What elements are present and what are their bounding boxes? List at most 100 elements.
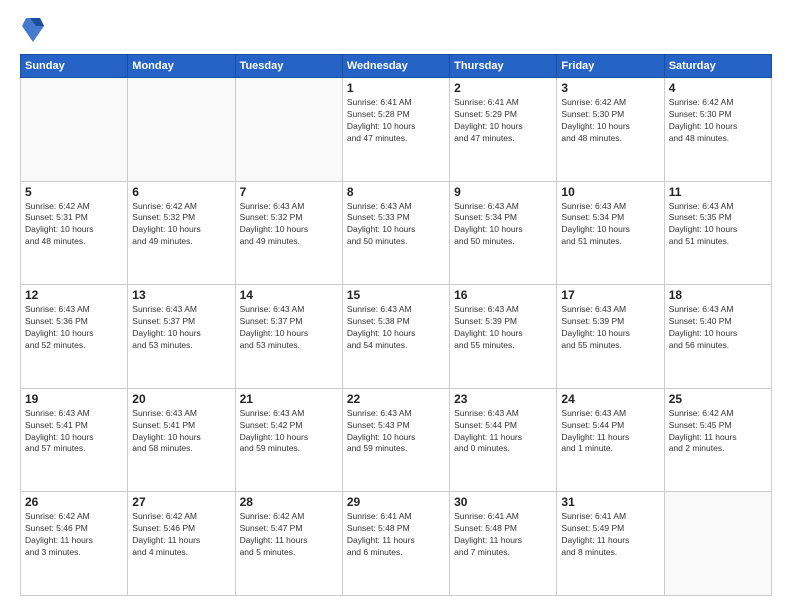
day-number: 11 <box>669 185 767 199</box>
day-info: Sunrise: 6:42 AM Sunset: 5:46 PM Dayligh… <box>25 511 123 559</box>
cell-week4-day3: 22 Sunrise: 6:43 AM Sunset: 5:43 PM Dayli… <box>342 388 449 492</box>
day-info: Sunrise: 6:43 AM Sunset: 5:39 PM Dayligh… <box>561 304 659 352</box>
day-number: 25 <box>669 392 767 406</box>
header-thursday: Thursday <box>450 55 557 78</box>
day-info: Sunrise: 6:41 AM Sunset: 5:49 PM Dayligh… <box>561 511 659 559</box>
week-row-2: 5 Sunrise: 6:42 AM Sunset: 5:31 PM Daylig… <box>21 181 772 285</box>
day-number: 28 <box>240 495 338 509</box>
week-row-5: 26 Sunrise: 6:42 AM Sunset: 5:46 PM Dayli… <box>21 492 772 596</box>
day-number: 9 <box>454 185 552 199</box>
cell-week4-day4: 23Sunrise: 6:43 AM Sunset: 5:44 PM Dayli… <box>450 388 557 492</box>
week-row-1: 1 Sunrise: 6:41 AM Sunset: 5:28 PM Daylig… <box>21 78 772 182</box>
day-info: Sunrise: 6:43 AM Sunset: 5:43 PM Dayligh… <box>347 408 445 456</box>
cell-week5-day0: 26 Sunrise: 6:42 AM Sunset: 5:46 PM Dayli… <box>21 492 128 596</box>
cell-week2-day1: 6Sunrise: 6:42 AM Sunset: 5:32 PM Daylig… <box>128 181 235 285</box>
cell-week2-day6: 11 Sunrise: 6:43 AM Sunset: 5:35 PM Dayli… <box>664 181 771 285</box>
day-info: Sunrise: 6:43 AM Sunset: 5:44 PM Dayligh… <box>561 408 659 456</box>
day-number: 26 <box>25 495 123 509</box>
cell-week3-day2: 14 Sunrise: 6:43 AM Sunset: 5:37 PM Dayli… <box>235 285 342 389</box>
day-info: Sunrise: 6:41 AM Sunset: 5:28 PM Dayligh… <box>347 97 445 145</box>
cell-week4-day5: 24 Sunrise: 6:43 AM Sunset: 5:44 PM Dayli… <box>557 388 664 492</box>
day-number: 21 <box>240 392 338 406</box>
day-number: 30 <box>454 495 552 509</box>
day-info: Sunrise: 6:41 AM Sunset: 5:48 PM Dayligh… <box>347 511 445 559</box>
day-info: Sunrise: 6:41 AM Sunset: 5:29 PM Dayligh… <box>454 97 552 145</box>
header-sunday: Sunday <box>21 55 128 78</box>
cell-week5-day6 <box>664 492 771 596</box>
day-number: 4 <box>669 81 767 95</box>
cell-week2-day4: 9 Sunrise: 6:43 AM Sunset: 5:34 PM Daylig… <box>450 181 557 285</box>
header-friday: Friday <box>557 55 664 78</box>
cell-week5-day2: 28 Sunrise: 6:42 AM Sunset: 5:47 PM Dayli… <box>235 492 342 596</box>
logo-icon <box>22 16 44 44</box>
day-number: 19 <box>25 392 123 406</box>
cell-week1-day6: 4Sunrise: 6:42 AM Sunset: 5:30 PM Daylig… <box>664 78 771 182</box>
day-info: Sunrise: 6:41 AM Sunset: 5:48 PM Dayligh… <box>454 511 552 559</box>
page: SundayMondayTuesdayWednesdayThursdayFrid… <box>0 0 792 612</box>
cell-week4-day6: 25Sunrise: 6:42 AM Sunset: 5:45 PM Dayli… <box>664 388 771 492</box>
cell-week2-day0: 5 Sunrise: 6:42 AM Sunset: 5:31 PM Daylig… <box>21 181 128 285</box>
day-info: Sunrise: 6:42 AM Sunset: 5:32 PM Dayligh… <box>132 201 230 249</box>
day-number: 22 <box>347 392 445 406</box>
day-number: 27 <box>132 495 230 509</box>
header-wednesday: Wednesday <box>342 55 449 78</box>
cell-week4-day2: 21 Sunrise: 6:43 AM Sunset: 5:42 PM Dayli… <box>235 388 342 492</box>
day-number: 3 <box>561 81 659 95</box>
day-number: 12 <box>25 288 123 302</box>
cell-week3-day6: 18 Sunrise: 6:43 AM Sunset: 5:40 PM Dayli… <box>664 285 771 389</box>
cell-week1-day3: 1 Sunrise: 6:41 AM Sunset: 5:28 PM Daylig… <box>342 78 449 182</box>
cell-week3-day4: 16Sunrise: 6:43 AM Sunset: 5:39 PM Dayli… <box>450 285 557 389</box>
header-saturday: Saturday <box>664 55 771 78</box>
day-number: 5 <box>25 185 123 199</box>
logo <box>20 16 44 44</box>
cell-week3-day3: 15Sunrise: 6:43 AM Sunset: 5:38 PM Dayli… <box>342 285 449 389</box>
days-of-week-row: SundayMondayTuesdayWednesdayThursdayFrid… <box>21 55 772 78</box>
day-number: 7 <box>240 185 338 199</box>
day-number: 1 <box>347 81 445 95</box>
week-row-3: 12 Sunrise: 6:43 AM Sunset: 5:36 PM Dayli… <box>21 285 772 389</box>
day-info: Sunrise: 6:42 AM Sunset: 5:30 PM Dayligh… <box>561 97 659 145</box>
day-info: Sunrise: 6:43 AM Sunset: 5:42 PM Dayligh… <box>240 408 338 456</box>
day-info: Sunrise: 6:43 AM Sunset: 5:35 PM Dayligh… <box>669 201 767 249</box>
cell-week5-day3: 29 Sunrise: 6:41 AM Sunset: 5:48 PM Dayli… <box>342 492 449 596</box>
calendar-body: 1 Sunrise: 6:41 AM Sunset: 5:28 PM Daylig… <box>21 78 772 596</box>
day-number: 18 <box>669 288 767 302</box>
week-row-4: 19 Sunrise: 6:43 AM Sunset: 5:41 PM Dayli… <box>21 388 772 492</box>
day-info: Sunrise: 6:42 AM Sunset: 5:47 PM Dayligh… <box>240 511 338 559</box>
day-number: 16 <box>454 288 552 302</box>
day-number: 29 <box>347 495 445 509</box>
cell-week2-day3: 8Sunrise: 6:43 AM Sunset: 5:33 PM Daylig… <box>342 181 449 285</box>
cell-week1-day0 <box>21 78 128 182</box>
day-number: 31 <box>561 495 659 509</box>
cell-week5-day1: 27 Sunrise: 6:42 AM Sunset: 5:46 PM Dayli… <box>128 492 235 596</box>
day-info: Sunrise: 6:43 AM Sunset: 5:34 PM Dayligh… <box>561 201 659 249</box>
day-info: Sunrise: 6:43 AM Sunset: 5:34 PM Dayligh… <box>454 201 552 249</box>
day-number: 14 <box>240 288 338 302</box>
day-number: 2 <box>454 81 552 95</box>
day-number: 8 <box>347 185 445 199</box>
day-info: Sunrise: 6:43 AM Sunset: 5:38 PM Dayligh… <box>347 304 445 352</box>
cell-week1-day1 <box>128 78 235 182</box>
calendar-header: SundayMondayTuesdayWednesdayThursdayFrid… <box>21 55 772 78</box>
cell-week3-day1: 13Sunrise: 6:43 AM Sunset: 5:37 PM Dayli… <box>128 285 235 389</box>
cell-week3-day5: 17Sunrise: 6:43 AM Sunset: 5:39 PM Dayli… <box>557 285 664 389</box>
day-info: Sunrise: 6:43 AM Sunset: 5:36 PM Dayligh… <box>25 304 123 352</box>
day-info: Sunrise: 6:42 AM Sunset: 5:46 PM Dayligh… <box>132 511 230 559</box>
day-info: Sunrise: 6:42 AM Sunset: 5:31 PM Dayligh… <box>25 201 123 249</box>
day-info: Sunrise: 6:43 AM Sunset: 5:37 PM Dayligh… <box>240 304 338 352</box>
header-tuesday: Tuesday <box>235 55 342 78</box>
cell-week2-day2: 7 Sunrise: 6:43 AM Sunset: 5:32 PM Daylig… <box>235 181 342 285</box>
day-number: 24 <box>561 392 659 406</box>
cell-week5-day4: 30 Sunrise: 6:41 AM Sunset: 5:48 PM Dayli… <box>450 492 557 596</box>
day-number: 23 <box>454 392 552 406</box>
day-info: Sunrise: 6:43 AM Sunset: 5:40 PM Dayligh… <box>669 304 767 352</box>
cell-week5-day5: 31 Sunrise: 6:41 AM Sunset: 5:49 PM Dayli… <box>557 492 664 596</box>
day-info: Sunrise: 6:43 AM Sunset: 5:37 PM Dayligh… <box>132 304 230 352</box>
day-number: 20 <box>132 392 230 406</box>
cell-week3-day0: 12 Sunrise: 6:43 AM Sunset: 5:36 PM Dayli… <box>21 285 128 389</box>
cell-week4-day0: 19 Sunrise: 6:43 AM Sunset: 5:41 PM Dayli… <box>21 388 128 492</box>
cell-week4-day1: 20Sunrise: 6:43 AM Sunset: 5:41 PM Dayli… <box>128 388 235 492</box>
cell-week2-day5: 10Sunrise: 6:43 AM Sunset: 5:34 PM Dayli… <box>557 181 664 285</box>
day-info: Sunrise: 6:43 AM Sunset: 5:41 PM Dayligh… <box>25 408 123 456</box>
day-info: Sunrise: 6:43 AM Sunset: 5:32 PM Dayligh… <box>240 201 338 249</box>
